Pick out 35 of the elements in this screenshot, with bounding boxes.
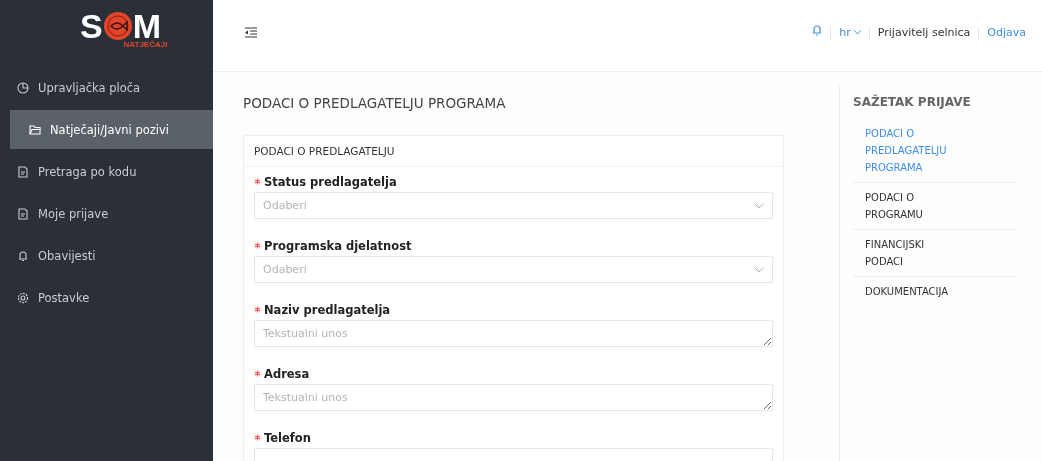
chart-icon — [17, 81, 29, 94]
sidebar-item[interactable]: Moje prijave — [0, 194, 213, 233]
menu-icon[interactable] — [245, 27, 257, 38]
field-label: Adresa — [254, 367, 773, 381]
logo-subtitle: NATJEČAJI — [123, 40, 168, 49]
page-title: PODACI O PREDLAGATELJU PROGRAMA — [243, 95, 507, 111]
summary-link[interactable]: PODACI O PROGRAMU — [853, 183, 1016, 230]
sidebar-item[interactable]: Postavke — [0, 278, 213, 317]
sidebar-item[interactable]: Pretraga po kodu — [0, 152, 213, 191]
chevron-down-icon — [853, 30, 861, 35]
sidebar-item[interactable]: Upravljačka ploča — [0, 68, 213, 107]
settings-icon — [17, 291, 29, 304]
logo-letter: S — [80, 8, 103, 44]
summary-link[interactable]: FINANCIJSKI PODACI — [853, 230, 1016, 277]
summary-link[interactable]: DOKUMENTACIJA — [853, 277, 1016, 306]
bell-icon — [17, 249, 29, 262]
text-area-field[interactable]: Tekstualni unos — [254, 320, 773, 347]
folder-icon — [29, 123, 41, 136]
chevron-down-icon — [754, 202, 764, 209]
chevron-down-icon — [754, 266, 764, 273]
user-name: Prijavitelj selnica — [877, 26, 971, 39]
language-selector[interactable]: hr — [839, 26, 861, 39]
fish-logo-icon — [102, 11, 133, 41]
field-label: Naziv predlagatelja — [254, 303, 773, 317]
document-icon — [17, 165, 29, 178]
text-area-field[interactable]: Tekstualni unos — [254, 384, 773, 411]
field-label: Programska djelatnost — [254, 239, 773, 253]
field-label: Status predlagatelja — [254, 175, 773, 189]
sidebar-item[interactable]: Natječaji/Javni pozivi — [10, 110, 213, 149]
bell-icon[interactable] — [812, 23, 823, 36]
sidebar-item[interactable]: Obavijesti — [0, 236, 213, 275]
field-label: Telefon — [254, 431, 773, 445]
document-icon — [17, 207, 29, 220]
card-title: PODACI O PREDLAGATELJU — [244, 136, 783, 167]
summary-title: SAŽETAK PRIJAVE — [853, 95, 972, 109]
